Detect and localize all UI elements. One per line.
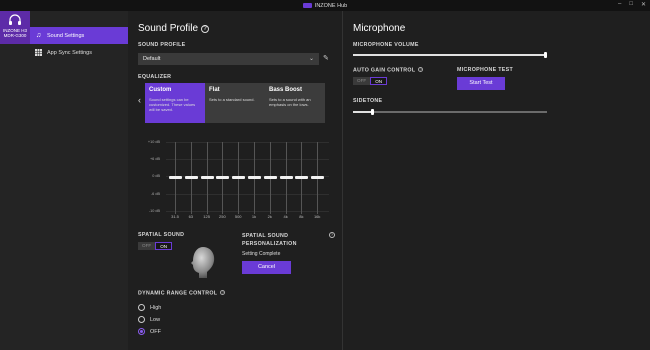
device-selector[interactable]: INZONE H3 MDR-G300: [0, 11, 30, 44]
spatial-sound-toggle[interactable]: OFF ON: [138, 242, 173, 250]
personalization-status: Setting Complete: [242, 251, 281, 257]
slider-fill: [353, 111, 373, 113]
drc-option-low[interactable]: Low: [138, 316, 160, 323]
eq-band-knob[interactable]: [169, 175, 182, 179]
window-controls: – □ ✕: [618, 1, 646, 8]
help-icon[interactable]: ?: [220, 290, 226, 295]
slider-thumb[interactable]: [371, 109, 375, 115]
db-label: +10 dB: [147, 140, 160, 144]
device-name: INZONE H3 MDR-G300: [2, 28, 27, 38]
eq-frequency-label: 500: [234, 214, 242, 219]
radio-button[interactable]: [138, 304, 145, 311]
eq-band-knob[interactable]: [263, 175, 277, 179]
eq-frequency-label: 4k: [283, 214, 288, 219]
head-illustration: [191, 247, 215, 278]
maximize-button[interactable]: □: [629, 1, 633, 8]
minimize-button[interactable]: –: [618, 1, 621, 8]
help-icon[interactable]: ?: [418, 67, 424, 72]
dynamic-range-control-label: DYNAMIC RANGE CONTROL?: [138, 290, 226, 297]
eq-frequency-label: 125: [203, 214, 210, 219]
equalizer-graph: +10 dB +6 dB 0 dB -6 dB -10 dB 31.5 63 125…: [138, 129, 329, 223]
eq-frequency-label: 1k: [251, 214, 257, 219]
preset-card-bass-boost[interactable]: Bass Boost Sets to a sound with an empha…: [265, 83, 325, 123]
microphone-volume-slider[interactable]: [353, 52, 547, 58]
close-button[interactable]: ✕: [641, 1, 646, 8]
slider-fill: [353, 54, 547, 56]
microphone-panel: Microphone MICROPHONE VOLUME AUTO GAIN C…: [343, 11, 650, 350]
db-label: +6 dB: [149, 157, 160, 161]
eq-band-knob[interactable]: [184, 175, 198, 179]
eq-band-knob[interactable]: [232, 175, 246, 179]
help-icon[interactable]: ?: [329, 232, 335, 238]
chevron-down-icon: ⌄: [308, 56, 314, 62]
eq-frequency-label: 31.5: [171, 214, 179, 219]
drc-option-off[interactable]: OFF: [138, 328, 161, 335]
spatial-sound-label: SPATIAL SOUND: [138, 232, 185, 238]
sound-profile-label: SOUND PROFILE: [138, 42, 186, 48]
radio-button[interactable]: [138, 316, 145, 323]
auto-gain-control-label: AUTO GAIN CONTROL?: [353, 67, 424, 74]
sidebar-item-sound-settings[interactable]: ♫ Sound Settings: [30, 27, 128, 44]
eq-frequency-label: 8k: [299, 214, 304, 219]
sidebar-item-label: Sound Settings: [47, 32, 85, 39]
preset-card-flat[interactable]: Flat Sets to a standard sound.: [205, 83, 265, 123]
sidebar: INZONE H3 MDR-G300 ♫ Sound Settings App …: [0, 11, 128, 350]
sidetone-slider[interactable]: [353, 109, 547, 115]
db-label: 0 dB: [152, 174, 160, 178]
sidetone-label: SIDETONE: [353, 98, 383, 104]
preset-card-custom[interactable]: Custom Sound settings can be customized.…: [145, 83, 205, 123]
music-note-icon: ♫: [35, 32, 42, 39]
eq-band-knob[interactable]: [295, 175, 309, 179]
eq-frequency-label: 250: [219, 214, 226, 219]
grid-icon: [35, 49, 42, 56]
pencil-icon[interactable]: ✎: [323, 54, 329, 62]
sound-profile-title: Sound Profile?: [138, 23, 210, 34]
sidebar-item-label: App Sync Settings: [47, 49, 92, 56]
equalizer-label: EQUALIZER: [138, 74, 172, 80]
sound-profile-panel: Sound Profile? SOUND PROFILE Default ⌄ ✎…: [128, 11, 342, 350]
help-icon[interactable]: ?: [201, 25, 210, 33]
cancel-button[interactable]: Cancel: [242, 261, 291, 274]
microphone-test-label: MICROPHONE TEST: [457, 67, 513, 73]
window-title: INZONE Hub: [314, 2, 348, 9]
eq-band-knob[interactable]: [248, 175, 261, 179]
radio-button-selected[interactable]: [138, 328, 145, 335]
auto-gain-control-toggle[interactable]: OFF ON: [353, 77, 388, 85]
spatial-personalization-label: SPATIAL SOUND PERSONALIZATION: [242, 233, 297, 247]
eq-frequency-label: 16k: [313, 214, 321, 219]
eq-band-knob[interactable]: [216, 175, 230, 179]
slider-thumb[interactable]: [544, 52, 547, 58]
db-label: -6 dB: [150, 192, 160, 196]
start-test-button[interactable]: Start Test: [457, 77, 505, 90]
microphone-volume-label: MICROPHONE VOLUME: [353, 42, 419, 48]
eq-band-knob[interactable]: [200, 175, 214, 179]
db-label: -10 dB: [148, 209, 160, 213]
microphone-title: Microphone: [353, 23, 406, 34]
eq-band-knob[interactable]: [311, 175, 325, 179]
title-bar: INZONE Hub – □ ✕: [0, 0, 650, 11]
headphones-icon: [9, 14, 21, 25]
sidebar-item-app-sync-settings[interactable]: App Sync Settings: [30, 44, 128, 61]
sound-profile-select[interactable]: Default ⌄: [138, 53, 319, 65]
app-logo-icon: [302, 3, 312, 8]
drc-option-high[interactable]: High: [138, 304, 161, 311]
chevron-left-icon[interactable]: ‹: [138, 95, 141, 105]
eq-frequency-label: 2k: [267, 214, 272, 219]
eq-band-knob[interactable]: [279, 175, 293, 179]
eq-frequency-label: 63: [188, 214, 194, 219]
